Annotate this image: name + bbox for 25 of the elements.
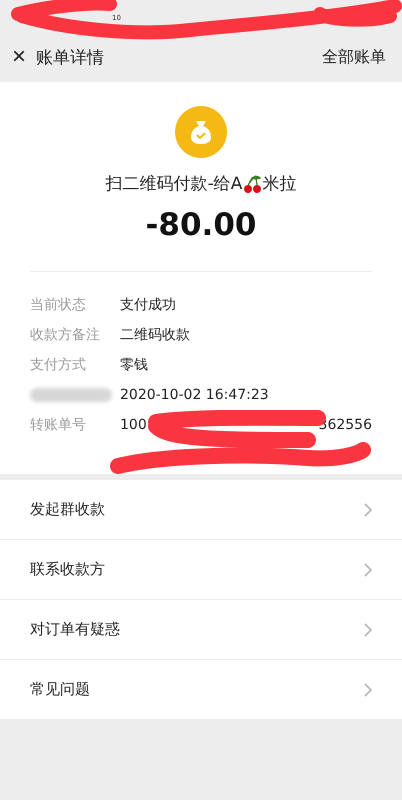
payment-title: 扫二维码付款-给A: [106, 173, 242, 195]
detail-label: 当前状态: [30, 296, 87, 314]
detail-value: 二维码收款: [120, 326, 190, 344]
chevron-icon: [364, 682, 372, 696]
action-item[interactable]: 发起群收款: [0, 480, 402, 540]
amount: -80.00: [146, 207, 256, 243]
cherry-icon: [242, 174, 262, 194]
detail-value: 支付成功: [120, 296, 176, 314]
money-bag-icon: [175, 106, 227, 158]
detail-value: 零钱: [120, 356, 148, 374]
detail-label: 转账单号: [30, 416, 87, 434]
detail-label: 支付方式: [30, 356, 87, 374]
chevron-icon: [364, 622, 372, 636]
chevron-icon: [364, 502, 372, 516]
chevron-icon: [364, 562, 372, 576]
close-button[interactable]: ×: [12, 45, 26, 69]
action-item[interactable]: 联系收款方: [0, 540, 402, 600]
detail-label: 收款方备注: [30, 326, 101, 344]
detail-value: 2020-10-02 16:47:23: [120, 387, 269, 403]
all-bills-link[interactable]: 全部账单: [322, 46, 386, 68]
action-item[interactable]: 对订单有疑惑: [0, 600, 402, 660]
page-title: 账单详情: [36, 46, 106, 68]
action-item[interactable]: 常见问题: [0, 660, 402, 720]
payee-name: 米拉: [262, 173, 296, 195]
detail-value: 100: [120, 417, 147, 433]
